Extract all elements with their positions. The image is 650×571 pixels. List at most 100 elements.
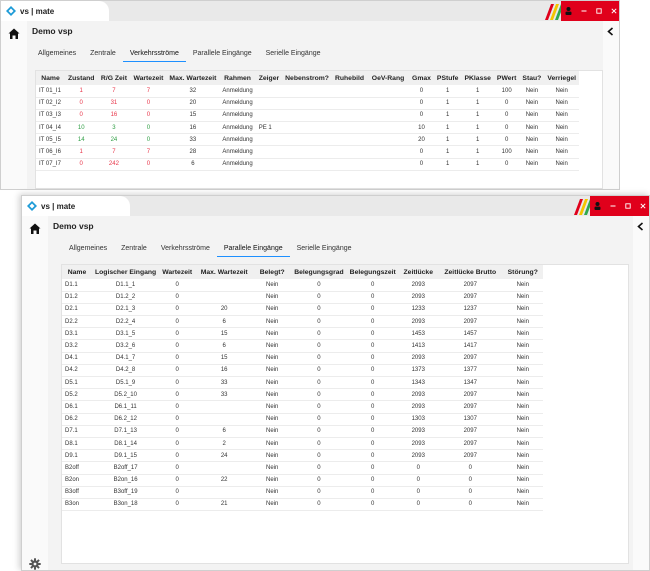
table-row[interactable]: B2on B2on_16 0 22 Nein 0 0 0 0 Nein (62, 474, 543, 487)
collapse-left-icon[interactable] (606, 27, 615, 36)
user-icon[interactable] (561, 3, 576, 19)
table-cell: 2093 (398, 315, 438, 329)
table-row[interactable]: IT 07_I7 0 242 0 6 Anmeldung 0 1 1 0 Nein Nein (36, 158, 580, 171)
column-header[interactable]: Name (62, 265, 92, 279)
table-row[interactable]: D6.1 D6.1_11 0 Nein 0 0 2093 2097 Nein (62, 400, 543, 414)
table-row[interactable]: D6.2 D6.2_12 0 Nein 0 0 1303 1307 Nein (62, 413, 543, 426)
column-header[interactable]: Wartezeit (130, 71, 167, 85)
column-header[interactable]: Belegungszeit (346, 265, 399, 279)
table-cell: Nein (519, 145, 545, 159)
close-icon[interactable] (636, 198, 649, 214)
right-sidebar (633, 216, 649, 570)
table-cell: Nein (502, 486, 543, 499)
column-header[interactable]: Zustand (65, 71, 98, 85)
table-cell: 0 (346, 279, 399, 292)
minimize-icon[interactable] (605, 198, 620, 214)
table-cell: 7 (130, 85, 167, 98)
tab-allgemeines[interactable]: Allgemeines (62, 241, 114, 257)
table-row[interactable]: IT 02_I2 0 31 0 20 Anmeldung 0 1 1 0 Nein Nein (36, 97, 580, 110)
table-row[interactable]: D3.2 D3.2_6 0 6 Nein 0 0 1413 1417 Nein (62, 339, 543, 353)
table-cell: 6 (195, 315, 254, 329)
table-row[interactable]: D1.1 D1.1_1 0 Nein 0 0 2093 2097 Nein (62, 279, 543, 292)
table-cell: 0 (65, 109, 98, 123)
table-row[interactable]: D4.2 D4.2_8 0 16 Nein 0 0 1373 1377 Nein (62, 364, 543, 378)
table-cell (367, 85, 410, 98)
table-row[interactable]: D2.2 D2.2_4 0 6 Nein 0 0 2093 2097 Nein (62, 315, 543, 329)
column-header[interactable]: R/G Zeit (97, 71, 131, 85)
column-header[interactable]: Max. Wartezeit (166, 71, 220, 85)
table-row[interactable]: IT 06_I6 1 7 7 28 Anmeldung 0 1 1 100 Nein Nein (36, 145, 580, 159)
minimize-icon[interactable] (576, 3, 591, 19)
collapse-left-icon[interactable] (636, 222, 645, 231)
table-cell (331, 121, 368, 135)
column-header[interactable]: Logischer Eingang (92, 265, 160, 279)
column-header[interactable]: Belegt? (253, 265, 292, 279)
column-header[interactable]: Wartezeit (159, 265, 196, 279)
tab-zentrale[interactable]: Zentrale (83, 46, 123, 62)
table-row[interactable]: IT 04_I4 10 3 0 16 Anmeldung PE 1 10 1 1 0 Nein Nein (36, 121, 580, 135)
user-icon[interactable] (590, 198, 605, 214)
close-icon[interactable] (606, 3, 619, 19)
column-header[interactable]: Zeitlücke (398, 265, 438, 279)
column-header[interactable]: PWert (493, 71, 520, 85)
column-header[interactable]: Störung? (502, 265, 543, 279)
column-header[interactable]: Rahmen (219, 71, 256, 85)
tab-verkehrsstroeme[interactable]: Verkehrsströme (122, 46, 186, 62)
table-row[interactable]: D8.1 D8.1_14 0 2 Nein 0 0 2093 2097 Nein (62, 437, 543, 451)
column-header[interactable]: Nebenstrom? (282, 71, 332, 85)
table-row[interactable]: D9.1 D9.1_15 0 24 Nein 0 0 2093 2097 Nein (62, 449, 543, 463)
table-row[interactable]: D5.1 D5.1_9 0 33 Nein 0 0 1343 1347 Nein (62, 376, 543, 390)
table-row[interactable]: IT 03_I3 0 16 0 15 Anmeldung 0 1 1 0 Nein Nein (36, 109, 580, 123)
home-icon[interactable] (29, 223, 41, 235)
tab-serielle-eingaenge[interactable]: Serielle Eingänge (259, 46, 328, 62)
home-icon[interactable] (8, 28, 20, 40)
table-row[interactable]: B3off B3off_19 0 Nein 0 0 0 0 Nein (62, 486, 543, 499)
app-tab[interactable]: vs | mate (22, 196, 130, 216)
maximize-icon[interactable] (621, 198, 636, 214)
column-header[interactable]: Zeitlücke Brutto (437, 265, 503, 279)
table-cell: D9.1_15 (92, 449, 160, 463)
table-cell: 24 (97, 133, 131, 147)
table-cell: IT 07_I7 (36, 158, 65, 171)
table-row[interactable]: B2off B2off_17 0 Nein 0 0 0 0 Nein (62, 461, 543, 475)
column-header[interactable]: Name (36, 71, 65, 85)
table-cell: 0 (159, 486, 196, 499)
table-cell: Anmeldung (219, 109, 256, 123)
column-header[interactable]: Stau? (519, 71, 545, 85)
column-header[interactable]: OeV-Rang (367, 71, 410, 85)
table-cell: 28 (166, 145, 220, 159)
table-row[interactable]: D7.1 D7.1_13 0 6 Nein 0 0 2093 2097 Nein (62, 425, 543, 438)
table-row[interactable]: D1.2 D1.2_2 0 Nein 0 0 2093 2097 Nein (62, 291, 543, 304)
tab-verkehrsstroeme[interactable]: Verkehrsströme (154, 241, 217, 257)
table-cell: 15 (166, 109, 220, 123)
tab-allgemeines[interactable]: Allgemeines (31, 46, 83, 62)
column-header[interactable]: Verriegel (544, 71, 580, 85)
tab-parallele-eingaenge[interactable]: Parallele Eingänge (186, 46, 259, 62)
tab-serielle-eingaenge[interactable]: Serielle Eingänge (290, 241, 359, 257)
table-cell: 20 (195, 303, 254, 317)
tab-parallele-eingaenge[interactable]: Parallele Eingänge (216, 241, 290, 257)
gear-icon[interactable] (29, 558, 41, 570)
table-row[interactable]: IT 01_I1 1 7 7 32 Anmeldung 0 1 1 100 Nein Nein (36, 85, 580, 98)
table-cell: D2.2 (62, 315, 92, 329)
table-row[interactable]: D4.1 D4.1_7 0 15 Nein 0 0 2093 2097 Nein (62, 352, 543, 365)
column-header[interactable]: Max. Wartezeit (195, 265, 254, 279)
table-row[interactable]: B3on B3on_18 0 21 Nein 0 0 0 0 Nein (62, 498, 543, 512)
table-row[interactable]: IT 05_I5 14 24 0 33 Anmeldung 20 1 1 0 Nein Nein (36, 133, 580, 147)
column-header[interactable]: PStufe (433, 71, 462, 85)
table-row[interactable]: D3.1 D3.1_5 0 15 Nein 0 0 1453 1457 Nein (62, 327, 543, 341)
table-cell: 0 (493, 97, 520, 110)
column-header[interactable]: PKlasse (461, 71, 494, 85)
tab-zentrale[interactable]: Zentrale (114, 241, 154, 257)
column-header[interactable]: Ruhebild (331, 71, 368, 85)
table-cell: 0 (159, 376, 196, 390)
column-header[interactable]: Gmax (409, 71, 434, 85)
column-header[interactable]: Zeiger (255, 71, 283, 85)
table-row[interactable]: D5.2 D5.2_10 0 33 Nein 0 0 2093 2097 Nein (62, 388, 543, 402)
app-tab[interactable]: vs | mate (1, 1, 109, 21)
column-header[interactable]: Belegungsgrad (291, 265, 347, 279)
maximize-icon[interactable] (591, 3, 606, 19)
table-cell: D3.1_5 (92, 327, 160, 341)
table-cell: D1.2_2 (92, 291, 160, 304)
table-row[interactable]: D2.1 D2.1_3 0 20 Nein 0 0 1233 1237 Nein (62, 303, 543, 317)
